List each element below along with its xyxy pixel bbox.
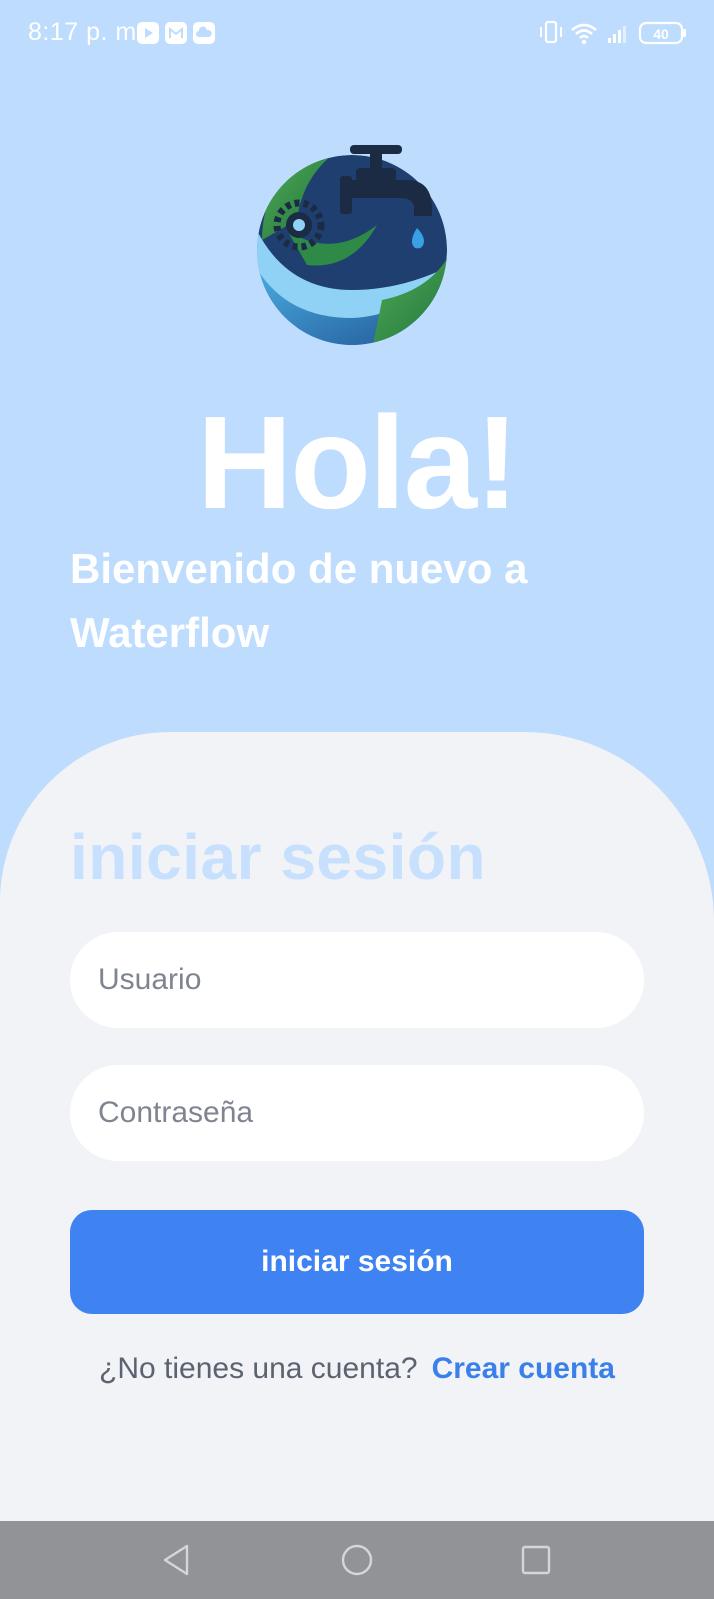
navigation-bar xyxy=(0,1521,714,1599)
youtube-icon xyxy=(137,22,159,44)
home-icon[interactable] xyxy=(335,1538,379,1582)
waterflow-logo xyxy=(257,145,447,345)
battery-level: 40 xyxy=(653,26,669,42)
welcome-line-1: Bienvenido de nuevo a xyxy=(70,545,528,592)
signup-prompt: ¿No tienes una cuenta? xyxy=(99,1352,418,1385)
create-account-link[interactable]: Crear cuenta xyxy=(432,1352,615,1385)
vibrate-icon xyxy=(540,20,562,44)
back-icon[interactable] xyxy=(155,1538,199,1582)
login-button[interactable]: iniciar sesión xyxy=(70,1210,644,1314)
cloud-icon xyxy=(193,22,215,44)
status-bar: 8:17 p. m. 40 xyxy=(0,0,714,70)
status-time: 8:17 p. m. xyxy=(28,18,145,46)
greeting-heading: Hola! xyxy=(197,389,519,536)
welcome-message: Bienvenido de nuevo a Waterflow xyxy=(70,537,630,665)
login-title: iniciar sesión xyxy=(70,821,487,893)
username-input[interactable] xyxy=(70,932,644,1028)
password-input[interactable] xyxy=(70,1065,644,1161)
signup-row: ¿No tienes una cuenta? Crear cuenta xyxy=(0,1352,714,1386)
system-status-icons: 40 xyxy=(540,20,686,45)
signal-icon xyxy=(608,26,626,43)
mail-icon xyxy=(165,22,187,44)
welcome-app-name: Waterflow xyxy=(70,609,270,656)
recents-icon[interactable] xyxy=(514,1538,558,1582)
wifi-icon xyxy=(571,23,597,45)
